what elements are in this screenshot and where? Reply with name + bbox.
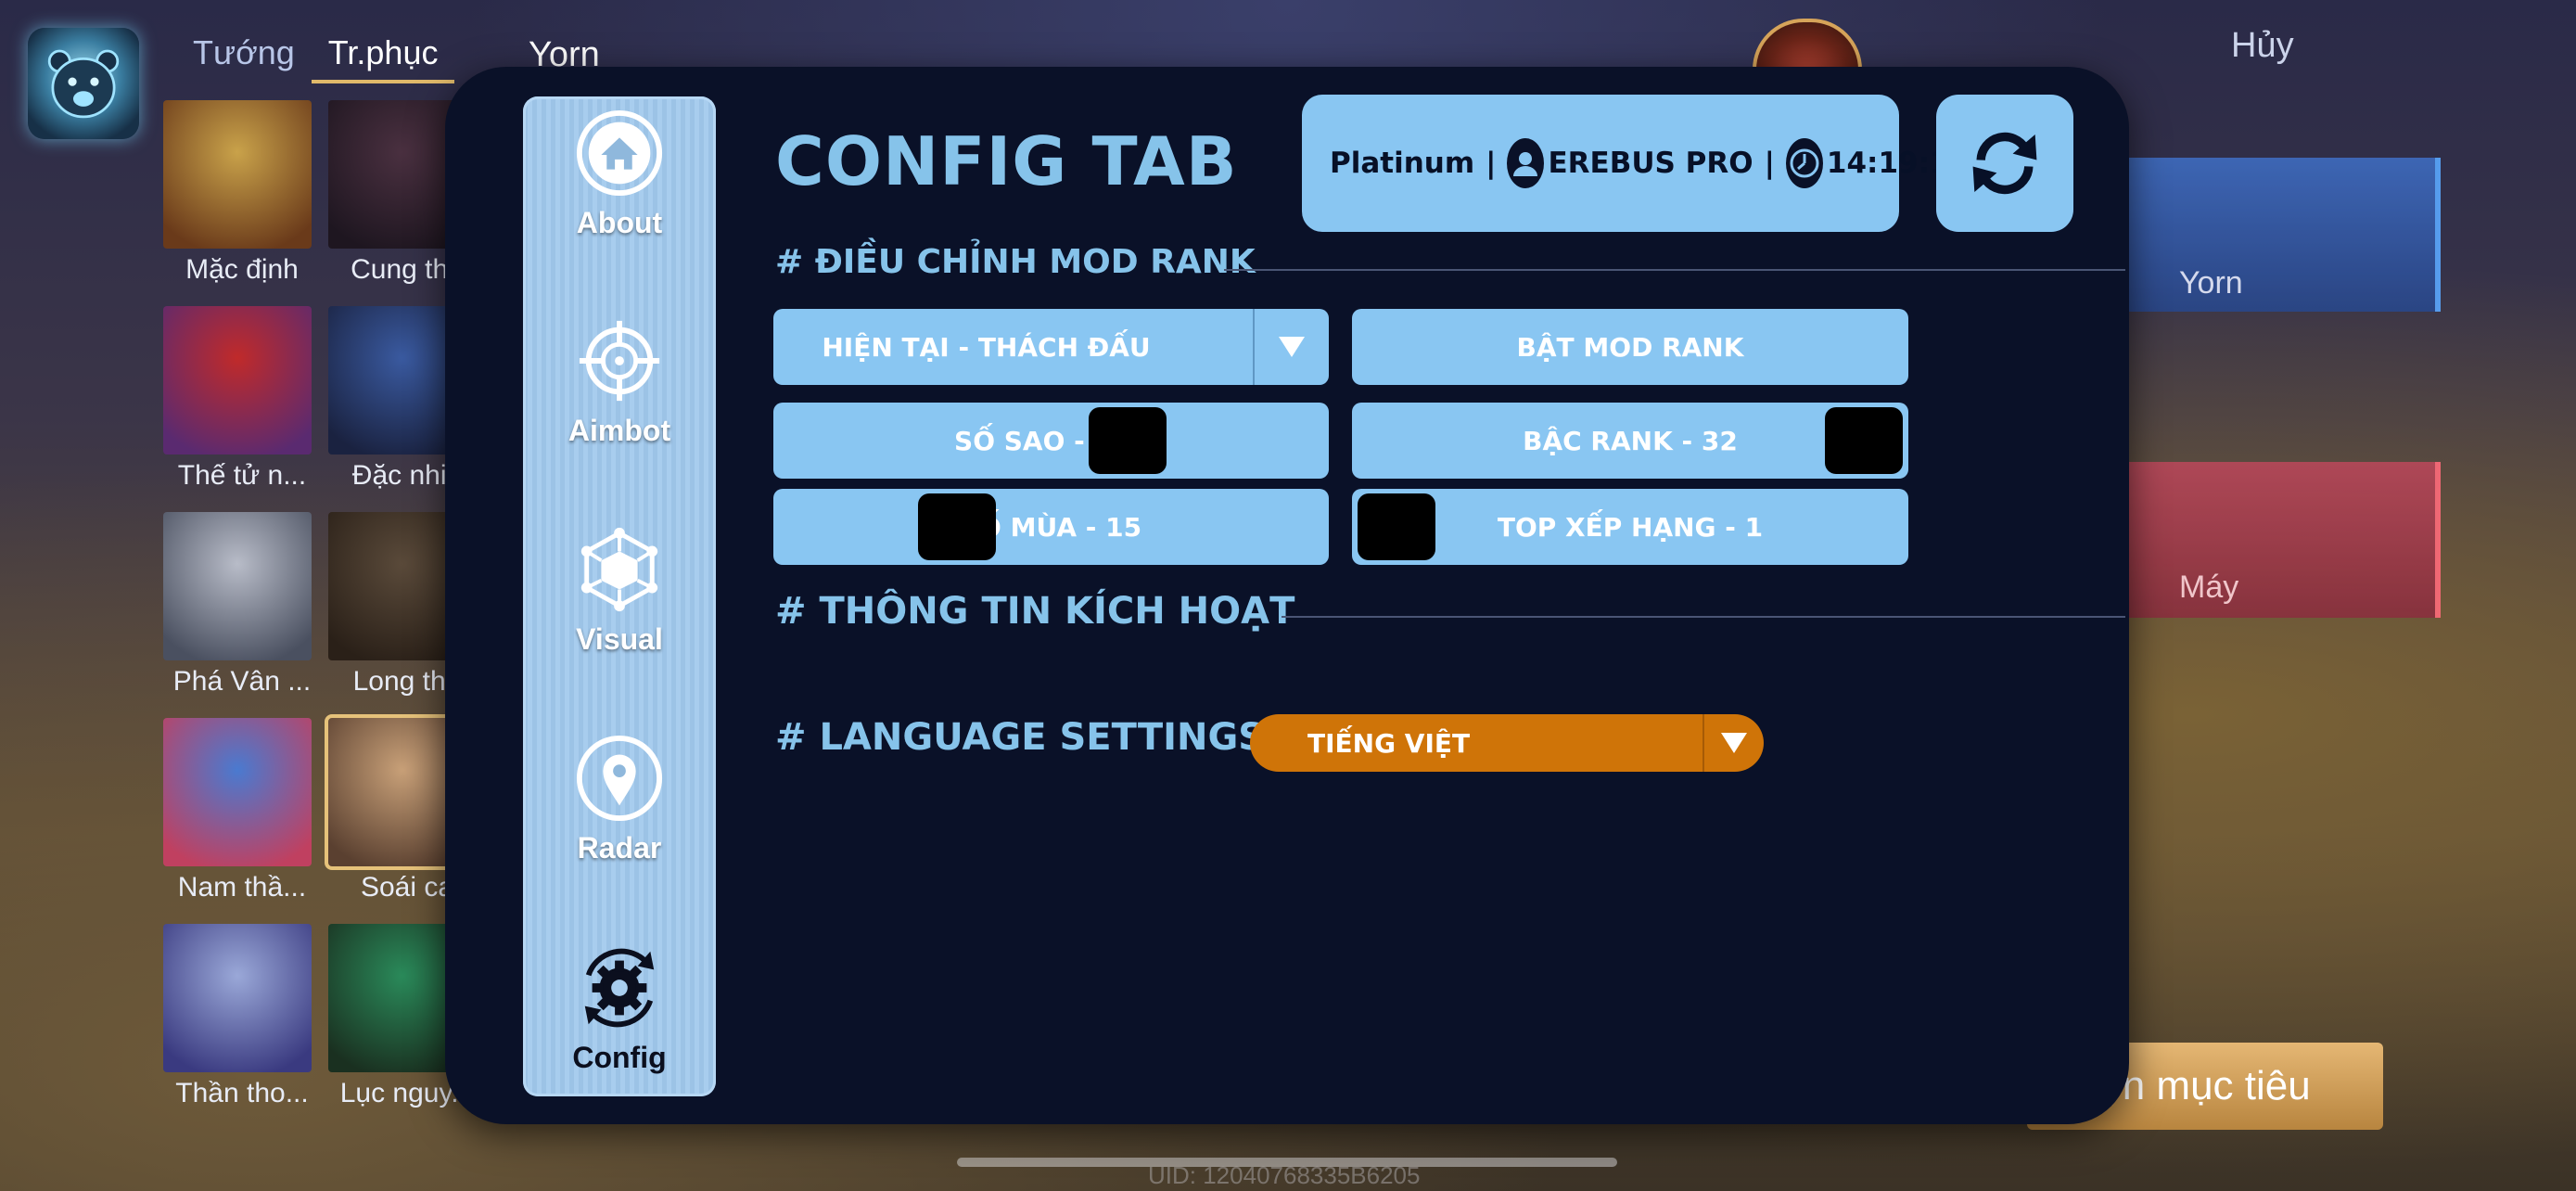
divider — [1282, 616, 2125, 618]
slider-thumb[interactable] — [918, 493, 996, 560]
section-language-heading: # LANGUAGE SETTINGS — [775, 716, 1266, 759]
hero-skin-thumbnail — [163, 100, 312, 249]
current-rank-dropdown[interactable]: HIỆN TẠI - THÁCH ĐẤU — [773, 309, 1329, 385]
crosshair-icon — [579, 320, 660, 402]
tab-heroes[interactable]: Tướng — [176, 28, 312, 83]
cancel-button[interactable]: Hủy — [2231, 26, 2294, 66]
username-text: EREBUS PRO — [1548, 147, 1753, 180]
hero-skin-name: Thế tử n... — [177, 460, 307, 491]
chevron-down-icon — [1253, 309, 1329, 385]
hero-skin-grid: Mặc định Cung thủ Thế tử n... Đặc nhiệ Phá V… — [163, 100, 480, 1108]
location-pin-icon — [576, 735, 663, 822]
sidebar-item-label: Config — [572, 1041, 667, 1074]
section-mod-rank-heading: # ĐIỀU CHỈNH MOD RANK — [775, 243, 1256, 281]
sidebar-item-radar[interactable]: Radar — [523, 733, 716, 881]
rank-tier-label: BẬC RANK - 32 — [1523, 425, 1738, 456]
season-slider[interactable]: SỐ MÙA - 15 — [773, 489, 1329, 565]
enable-mod-rank-label: BẬT MOD RANK — [1516, 331, 1744, 363]
divider — [1224, 269, 2125, 271]
hero-skin-thumbnail — [163, 718, 312, 866]
page-title: CONFIG TAB — [775, 122, 1238, 200]
home-indicator[interactable] — [957, 1158, 1617, 1167]
hero-skin-card[interactable]: Thần tho... — [163, 924, 312, 1108]
bear-logo-icon — [47, 49, 120, 119]
hero-skin-card[interactable]: Nam thầ... — [163, 718, 312, 903]
slider-thumb[interactable] — [1358, 493, 1435, 560]
hero-skin-thumbnail — [163, 924, 312, 1072]
slider-thumb[interactable] — [1825, 407, 1903, 474]
hero-skin-name: Mặc định — [185, 254, 299, 285]
status-separator: | — [1486, 147, 1497, 180]
tab-skins[interactable]: Tr.phục — [311, 28, 455, 83]
cube-icon — [580, 527, 658, 612]
status-bar: Platinum | EREBUS PRO | 14:19:19 — [1302, 95, 1970, 232]
slider-thumb[interactable] — [1089, 407, 1167, 474]
stars-slider[interactable]: SỐ SAO - 666 — [773, 403, 1329, 479]
sidebar-item-label: Visual — [576, 622, 663, 656]
sidebar-item-label: Radar — [577, 831, 662, 864]
team-card-yorn[interactable]: Yorn — [2123, 158, 2441, 312]
user-icon — [1507, 138, 1545, 188]
hero-skin-name: Nam thầ... — [177, 872, 307, 903]
skin-tabs: Tướng Tr.phục — [176, 28, 455, 83]
refresh-button[interactable] — [1936, 95, 2073, 232]
tier-text: Platinum — [1330, 147, 1475, 180]
hero-skin-card[interactable]: Thế tử n... — [163, 306, 312, 491]
sidebar-item-label: About — [576, 206, 663, 239]
rank-tier-slider[interactable]: BẬC RANK - 32 — [1352, 403, 1908, 479]
hero-skin-card[interactable]: Mặc định — [163, 100, 312, 285]
sidebar-item-visual[interactable]: Visual — [523, 524, 716, 672]
sidebar-item-config[interactable]: Config — [523, 942, 716, 1091]
top-rank-slider[interactable]: TOP XẾP HẠNG - 1 — [1352, 489, 1908, 565]
top-rank-label: TOP XẾP HẠNG - 1 — [1497, 511, 1764, 543]
hero-skin-card[interactable]: Phá Vân ... — [163, 512, 312, 697]
app-logo — [28, 28, 139, 139]
current-rank-value: HIỆN TẠI - THÁCH ĐẤU — [822, 331, 1151, 363]
sidebar-item-about[interactable]: About — [523, 108, 716, 256]
chevron-down-icon — [1702, 714, 1764, 772]
clock-icon — [1785, 138, 1823, 188]
refresh-icon — [1972, 132, 2037, 195]
team-card-bot-label: Máy — [2179, 570, 2239, 605]
team-card-bot[interactable]: Máy — [2123, 462, 2441, 618]
enable-mod-rank-button[interactable]: BẬT MOD RANK — [1352, 309, 1908, 385]
hero-skin-thumbnail — [163, 512, 312, 660]
hero-skin-name: Thần tho... — [175, 1078, 309, 1108]
team-card-yorn-label: Yorn — [2179, 265, 2243, 301]
gear-icon — [584, 948, 655, 1028]
sidebar-item-label: Aimbot — [567, 414, 671, 447]
status-separator: | — [1764, 147, 1775, 180]
hero-skin-thumbnail — [163, 306, 312, 455]
sidebar-item-aimbot[interactable]: Aimbot — [523, 315, 716, 464]
section-activation-heading: # THÔNG TIN KÍCH HOẠT — [775, 590, 1295, 633]
language-value: TIẾNG VIỆT — [1307, 727, 1471, 759]
home-icon — [576, 109, 663, 197]
language-dropdown[interactable]: TIẾNG VIỆT — [1250, 714, 1764, 772]
hero-skin-name: Phá Vân ... — [172, 666, 312, 697]
